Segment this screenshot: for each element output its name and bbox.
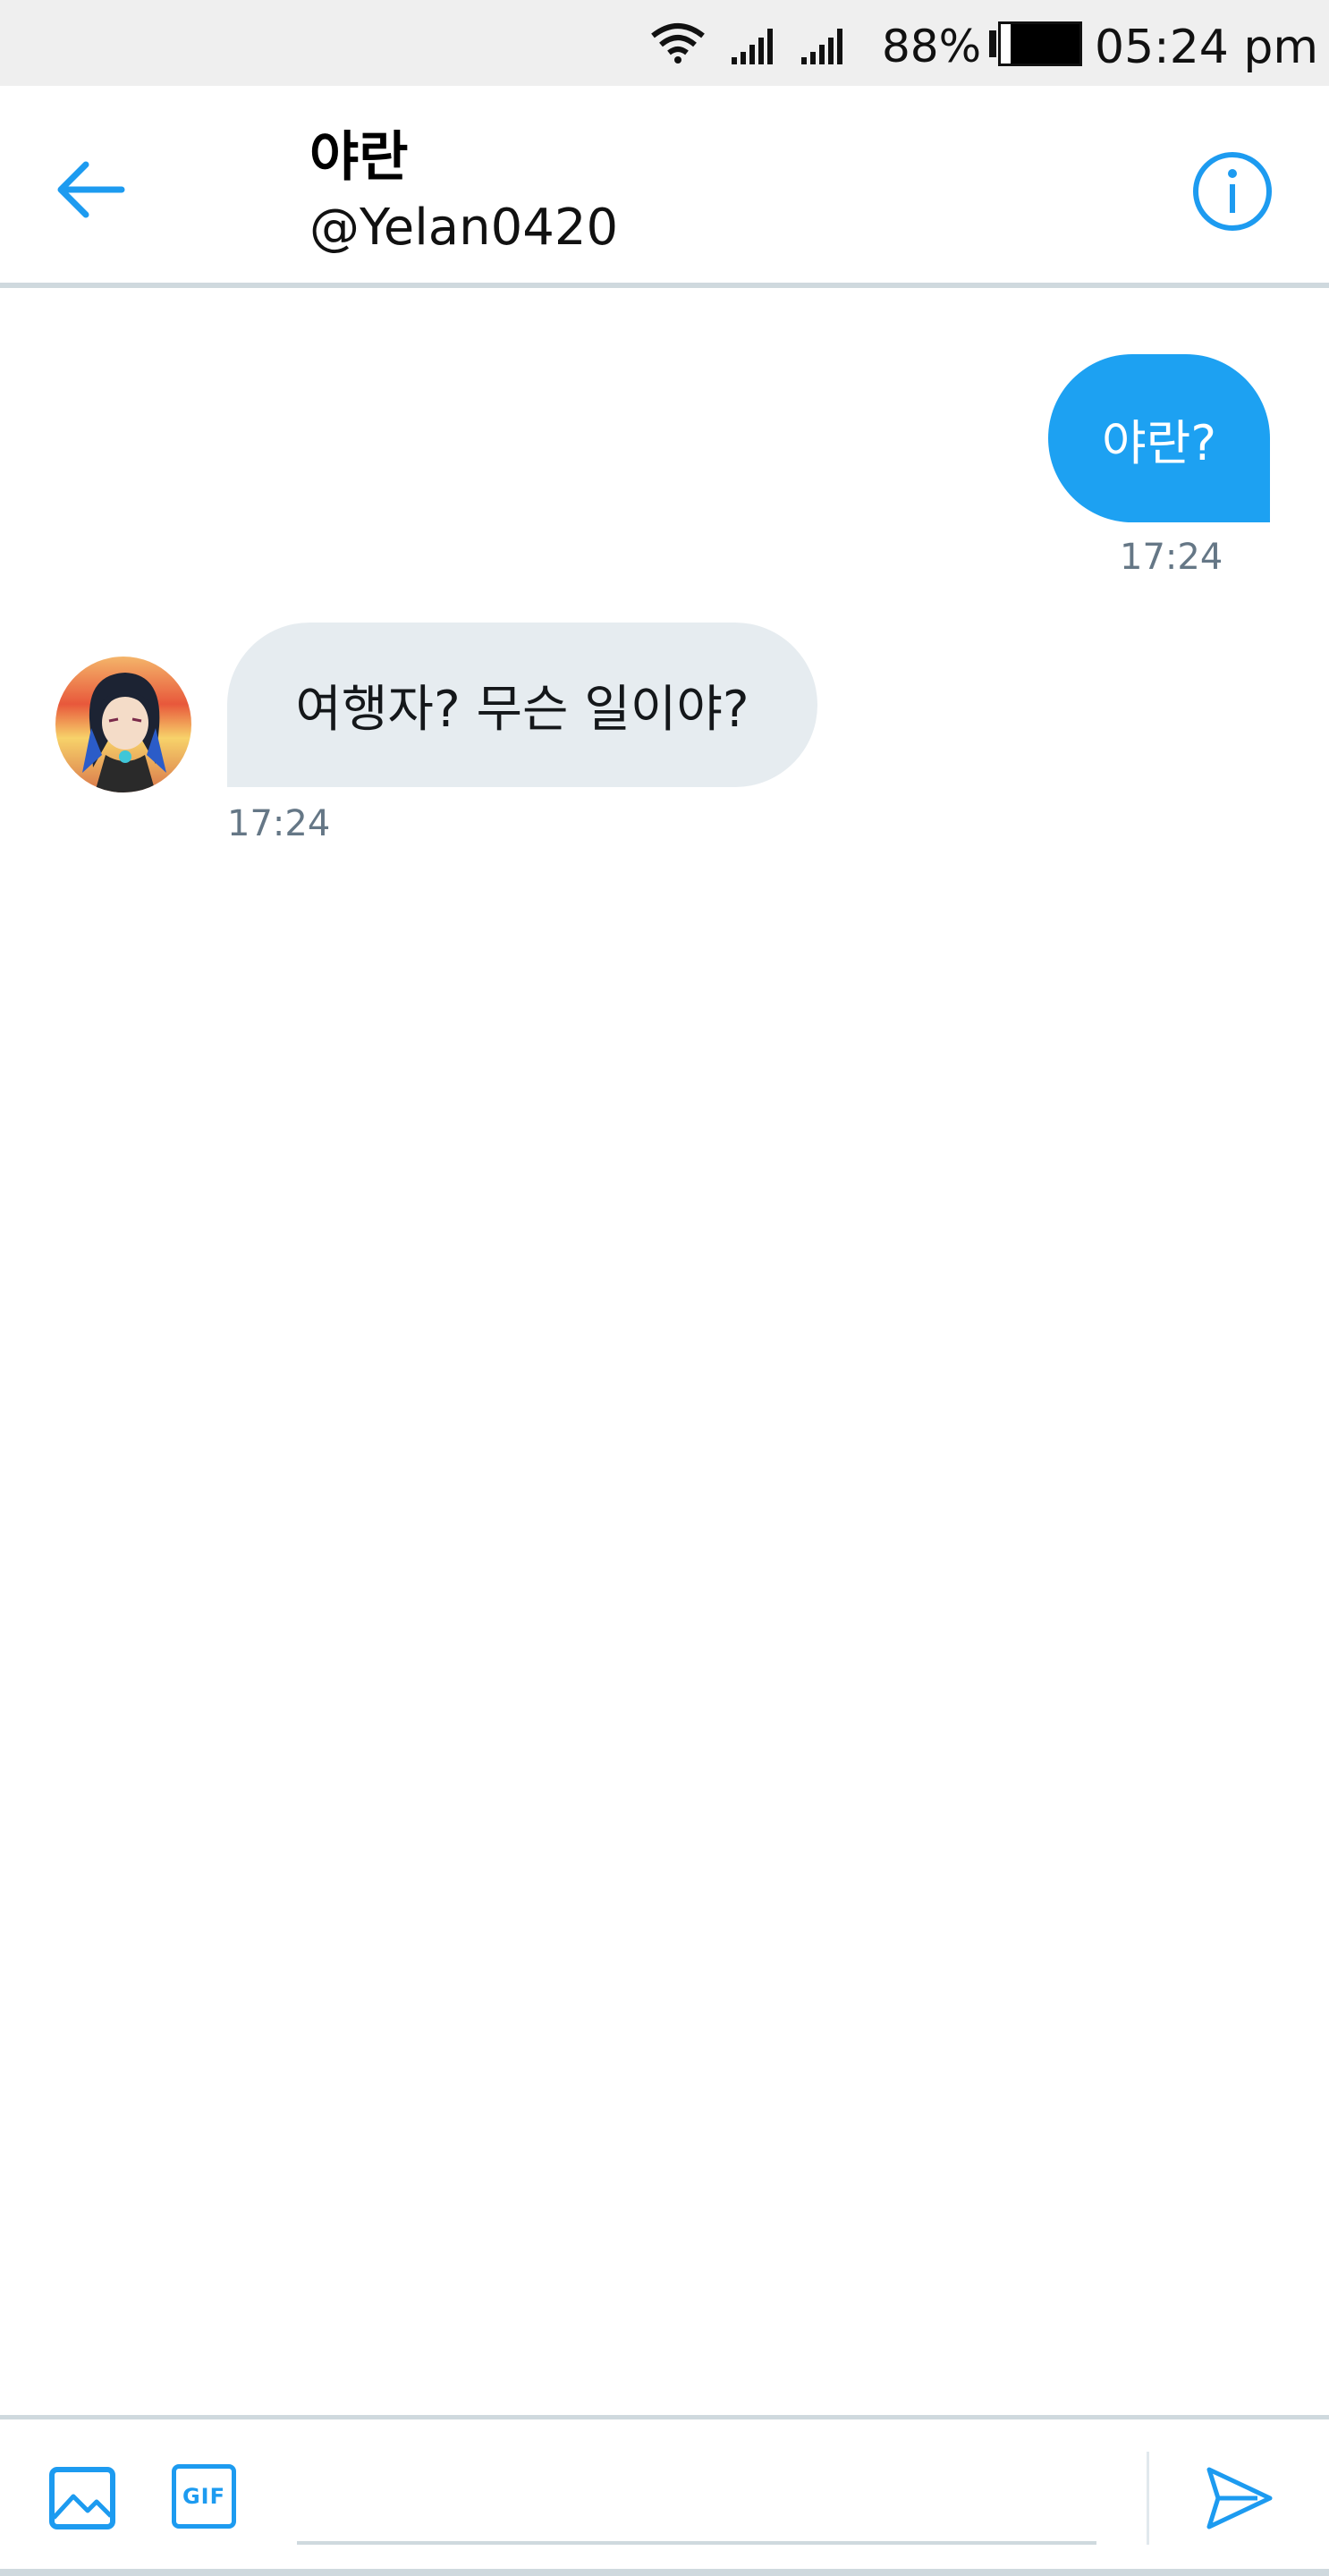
incoming-message-bubble[interactable]: 여행자? 무슨 일이야?	[227, 623, 817, 787]
wifi-icon	[651, 23, 705, 64]
message-timestamp: 17:24	[1120, 537, 1223, 578]
send-icon[interactable]	[1204, 2462, 1275, 2534]
gif-icon[interactable]: GIF	[172, 2464, 236, 2529]
message-text: 야란?	[1101, 414, 1217, 471]
signal-icon	[801, 29, 842, 64]
message-timestamp: 17:24	[227, 803, 331, 844]
composer-divider	[1147, 2452, 1149, 2545]
battery-percent: 88%	[882, 21, 982, 72]
info-icon[interactable]	[1189, 148, 1275, 234]
signal-icon	[732, 29, 773, 64]
outgoing-message-bubble[interactable]: 야란?	[1048, 354, 1270, 522]
conversation-header: 야란 @Yelan0420	[0, 86, 1329, 288]
status-time: 05:24 pm	[1095, 21, 1319, 74]
bottom-divider	[0, 2569, 1329, 2576]
message-input[interactable]	[297, 2455, 1096, 2545]
image-icon[interactable]	[48, 2466, 116, 2530]
status-bar: 88% 05:24 pm	[0, 0, 1329, 86]
gif-label: GIF	[182, 2484, 226, 2509]
battery-icon	[989, 21, 1082, 66]
back-arrow-icon[interactable]	[52, 157, 127, 222]
avatar[interactable]	[55, 657, 191, 792]
message-composer: GIF	[0, 2415, 1329, 2576]
message-text: 여행자? 무슨 일이야?	[295, 680, 749, 739]
contact-name: 야란	[309, 126, 409, 189]
contact-handle: @Yelan0420	[309, 199, 619, 257]
